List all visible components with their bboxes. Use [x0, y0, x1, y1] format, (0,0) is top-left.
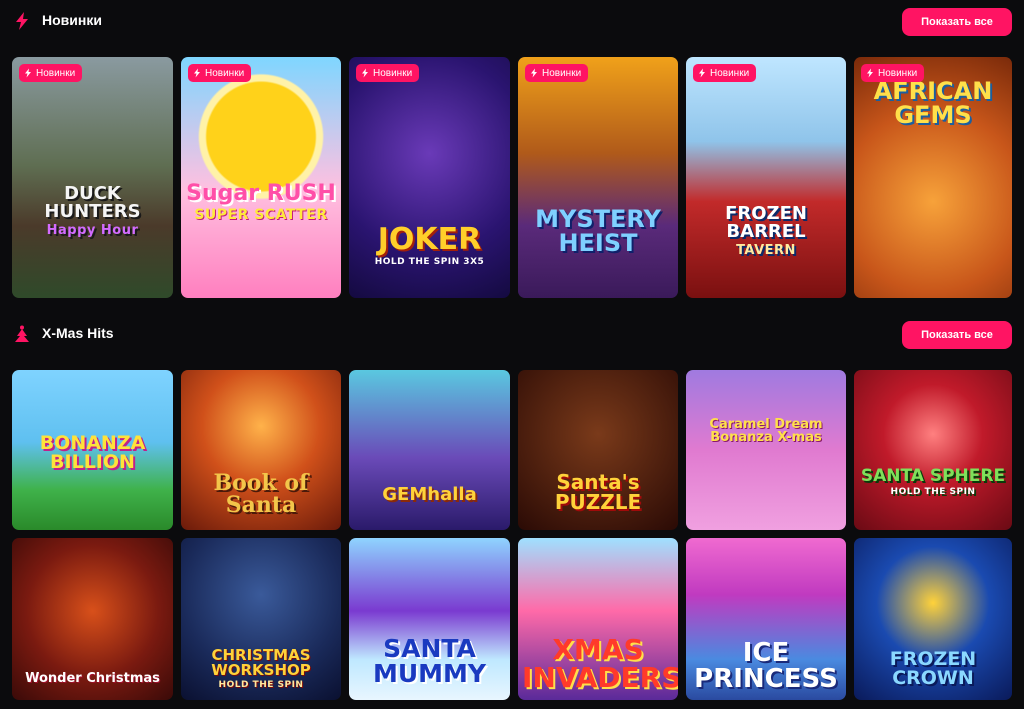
christmas-tree-icon [15, 325, 29, 342]
section-title: X-Mas Hits [42, 325, 114, 341]
game-title: AFRICAN GEMS [873, 77, 993, 129]
new-badge: Новинки [356, 64, 420, 82]
game-title: FROZEN CROWN [889, 648, 977, 689]
game-tile-santas-puzzle[interactable]: Santa's PUZZLE [518, 370, 678, 530]
game-tile-christmas-workshop[interactable]: CHRISTMAS WORKSHOP HOLD THE SPIN [181, 538, 341, 700]
new-badge: Новинки [525, 64, 589, 82]
game-tile-santa-mummy[interactable]: SANTA MUMMY [349, 538, 510, 700]
game-title: JOKER HOLD THE SPIN 3x5 [374, 222, 485, 267]
game-title: Wonder Christmas [25, 671, 160, 686]
game-artwork [349, 370, 510, 530]
game-title: SANTA SPHERE HOLD THE SPIN [860, 466, 1006, 497]
section-title: Новинки [42, 12, 102, 28]
game-title: ICE PRINCESS [694, 638, 838, 694]
game-tile-mystery-heist[interactable]: MYSTERY HEIST Новинки [518, 57, 678, 298]
game-title: SANTA MUMMY [372, 634, 487, 688]
game-title: Caramel Dream Bonanza X-mas [709, 417, 823, 445]
show-all-button[interactable]: Показать все [902, 321, 1012, 349]
game-tile-gemhalla[interactable]: GEMhalla [349, 370, 510, 530]
game-artwork [518, 57, 678, 298]
lightning-icon [699, 68, 705, 78]
section-header-new: Новинки Показать все [0, 8, 1024, 38]
lightning-icon [362, 68, 368, 78]
new-badge: Новинки [188, 64, 252, 82]
game-tile-santa-sphere[interactable]: SANTA SPHERE HOLD THE SPIN [854, 370, 1012, 530]
lightning-icon [194, 68, 200, 78]
game-title: Book of Santa [213, 470, 309, 518]
game-tile-sugar-rush[interactable]: Sugar RUSH SUPER SCATTER Новинки [181, 57, 341, 298]
lightning-icon [16, 12, 28, 30]
game-tile-bonanza-billion[interactable]: BONANZA BILLION [12, 370, 173, 530]
game-artwork [181, 57, 341, 298]
game-tile-frozen-crown[interactable]: FROZEN CROWN [854, 538, 1012, 700]
game-tile-frozen-barrel[interactable]: FROZEN BARREL TAVERN Новинки [686, 57, 846, 298]
game-tile-joker[interactable]: JOKER HOLD THE SPIN 3x5 Новинки [349, 57, 510, 298]
game-title: XMAS INVADERS [522, 633, 678, 694]
game-tile-ice-princess[interactable]: ICE PRINCESS [686, 538, 846, 700]
game-title: DUCK HUNTERS Happy Hour [44, 183, 141, 238]
game-title: FROZEN BARREL TAVERN [725, 203, 807, 258]
game-tile-duck-hunters[interactable]: DUCK HUNTERS Happy Hour Новинки [12, 57, 173, 298]
game-title: MYSTERY HEIST [535, 205, 661, 257]
game-tile-caramel-dream[interactable]: Caramel Dream Bonanza X-mas [686, 370, 846, 530]
game-title: CHRISTMAS WORKSHOP HOLD THE SPIN [211, 646, 311, 690]
new-badge: Новинки [861, 64, 925, 82]
game-tile-african-gems[interactable]: AFRICAN GEMS Новинки [854, 57, 1012, 298]
game-title: GEMhalla [382, 484, 477, 505]
game-tile-xmas-invaders[interactable]: XMAS INVADERS [518, 538, 678, 700]
section-header-xmas: X-Mas Hits Показать все [0, 321, 1024, 351]
lightning-icon [25, 68, 31, 78]
game-tile-wonder-christmas[interactable]: Wonder Christmas [12, 538, 173, 700]
game-artwork [854, 370, 1012, 530]
new-badge: Новинки [693, 64, 757, 82]
game-title: Sugar RUSH SUPER SCATTER [186, 181, 336, 223]
game-artwork [12, 57, 173, 298]
game-tile-book-of-santa[interactable]: Book of Santa [181, 370, 341, 530]
game-artwork [686, 370, 846, 530]
new-badge: Новинки [19, 64, 83, 82]
game-title: BONANZA BILLION [39, 432, 146, 473]
show-all-button[interactable]: Показать все [902, 8, 1012, 36]
game-title: Santa's PUZZLE [554, 470, 642, 514]
lightning-icon [531, 68, 537, 78]
lightning-icon [867, 68, 873, 78]
game-artwork [686, 57, 846, 298]
